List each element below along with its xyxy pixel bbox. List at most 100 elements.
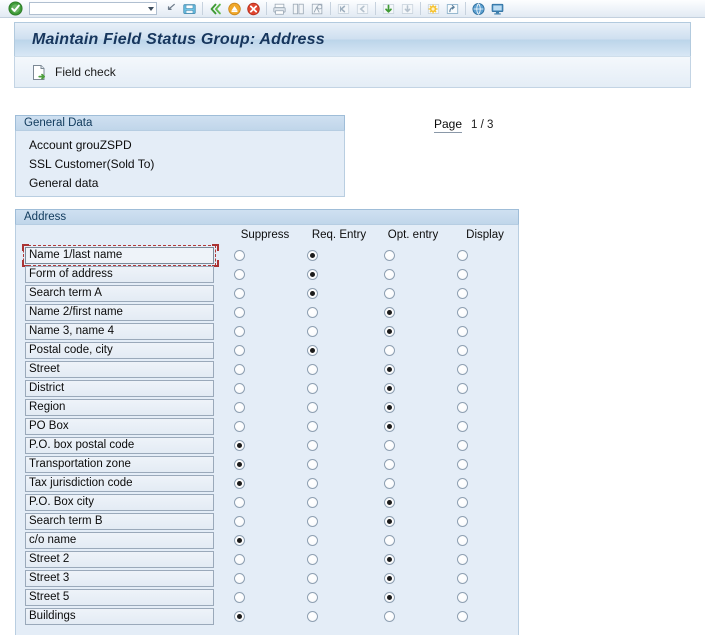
- field-label-input[interactable]: c/o name: [25, 532, 214, 549]
- radio-req-entry[interactable]: [307, 250, 318, 261]
- radio-req-entry[interactable]: [307, 345, 318, 356]
- radio-req-entry[interactable]: [307, 592, 318, 603]
- radio-req-entry[interactable]: [307, 554, 318, 565]
- radio-display[interactable]: [457, 592, 468, 603]
- radio-opt-entry[interactable]: [384, 307, 395, 318]
- radio-display[interactable]: [457, 326, 468, 337]
- find-next-icon[interactable]: [308, 1, 327, 16]
- radio-opt-entry[interactable]: [384, 478, 395, 489]
- field-label-input[interactable]: Name 1/last name: [23, 245, 216, 266]
- customize-local-layout-icon[interactable]: [488, 1, 507, 16]
- radio-opt-entry[interactable]: [384, 250, 395, 261]
- radio-display[interactable]: [457, 497, 468, 508]
- field-label-input[interactable]: Search term B: [25, 513, 214, 530]
- first-page-icon[interactable]: [334, 1, 353, 16]
- previous-page-icon[interactable]: [353, 1, 372, 16]
- radio-opt-entry[interactable]: [384, 554, 395, 565]
- radio-req-entry[interactable]: [307, 478, 318, 489]
- field-label-input[interactable]: P.O. box postal code: [25, 437, 214, 454]
- radio-req-entry[interactable]: [307, 269, 318, 280]
- radio-req-entry[interactable]: [307, 326, 318, 337]
- field-label-input[interactable]: Search term A: [25, 285, 214, 302]
- radio-opt-entry[interactable]: [384, 269, 395, 280]
- radio-suppress[interactable]: [234, 250, 245, 261]
- radio-opt-entry[interactable]: [384, 364, 395, 375]
- radio-suppress[interactable]: [234, 497, 245, 508]
- radio-display[interactable]: [457, 345, 468, 356]
- field-label-input[interactable]: Name 3, name 4: [25, 323, 214, 340]
- save-icon[interactable]: [180, 1, 199, 16]
- last-page-icon[interactable]: [398, 1, 417, 16]
- radio-req-entry[interactable]: [307, 383, 318, 394]
- create-session-icon[interactable]: [424, 1, 443, 16]
- help-icon[interactable]: [469, 1, 488, 16]
- radio-display[interactable]: [457, 478, 468, 489]
- field-label-input[interactable]: Region: [25, 399, 214, 416]
- radio-display[interactable]: [457, 288, 468, 299]
- radio-display[interactable]: [457, 250, 468, 261]
- radio-req-entry[interactable]: [307, 402, 318, 413]
- radio-display[interactable]: [457, 535, 468, 546]
- radio-opt-entry[interactable]: [384, 440, 395, 451]
- radio-req-entry[interactable]: [307, 611, 318, 622]
- radio-req-entry[interactable]: [307, 516, 318, 527]
- radio-opt-entry[interactable]: [384, 459, 395, 470]
- field-label-input[interactable]: Street 3: [25, 570, 214, 587]
- radio-opt-entry[interactable]: [384, 497, 395, 508]
- radio-display[interactable]: [457, 459, 468, 470]
- radio-suppress[interactable]: [234, 459, 245, 470]
- field-label-input[interactable]: Postal code, city: [25, 342, 214, 359]
- exit-icon[interactable]: [225, 1, 244, 16]
- radio-suppress[interactable]: [234, 288, 245, 299]
- radio-suppress[interactable]: [234, 383, 245, 394]
- field-label-input[interactable]: Form of address: [25, 266, 214, 283]
- radio-opt-entry[interactable]: [384, 402, 395, 413]
- field-label-input[interactable]: Street 5: [25, 589, 214, 606]
- field-label-input[interactable]: Name 2/first name: [25, 304, 214, 321]
- radio-display[interactable]: [457, 516, 468, 527]
- radio-req-entry[interactable]: [307, 364, 318, 375]
- radio-suppress[interactable]: [234, 269, 245, 280]
- field-label-input[interactable]: Transportation zone: [25, 456, 214, 473]
- field-label-input[interactable]: P.O. Box city: [25, 494, 214, 511]
- radio-opt-entry[interactable]: [384, 421, 395, 432]
- command-field[interactable]: [29, 2, 157, 15]
- radio-display[interactable]: [457, 421, 468, 432]
- radio-req-entry[interactable]: [307, 440, 318, 451]
- field-label-input[interactable]: Buildings: [25, 608, 214, 625]
- field-label-input[interactable]: PO Box: [25, 418, 214, 435]
- radio-req-entry[interactable]: [307, 307, 318, 318]
- radio-opt-entry[interactable]: [384, 345, 395, 356]
- radio-display[interactable]: [457, 307, 468, 318]
- radio-opt-entry[interactable]: [384, 516, 395, 527]
- next-page-icon[interactable]: [379, 1, 398, 16]
- radio-req-entry[interactable]: [307, 459, 318, 470]
- radio-display[interactable]: [457, 269, 468, 280]
- radio-suppress[interactable]: [234, 516, 245, 527]
- radio-opt-entry[interactable]: [384, 326, 395, 337]
- cancel-icon[interactable]: [244, 1, 263, 16]
- back-icon[interactable]: [206, 1, 225, 16]
- radio-suppress[interactable]: [234, 478, 245, 489]
- radio-req-entry[interactable]: [307, 288, 318, 299]
- radio-opt-entry[interactable]: [384, 535, 395, 546]
- radio-opt-entry[interactable]: [384, 573, 395, 584]
- field-label-input[interactable]: Tax jurisdiction code: [25, 475, 214, 492]
- radio-opt-entry[interactable]: [384, 611, 395, 622]
- field-check-button[interactable]: Field check: [28, 61, 119, 83]
- radio-display[interactable]: [457, 440, 468, 451]
- radio-req-entry[interactable]: [307, 421, 318, 432]
- radio-suppress[interactable]: [234, 402, 245, 413]
- radio-suppress[interactable]: [234, 364, 245, 375]
- field-label-input[interactable]: Street: [25, 361, 214, 378]
- create-shortcut-icon[interactable]: [443, 1, 462, 16]
- radio-req-entry[interactable]: [307, 497, 318, 508]
- radio-req-entry[interactable]: [307, 573, 318, 584]
- radio-opt-entry[interactable]: [384, 383, 395, 394]
- confirm-green-check-icon[interactable]: [6, 1, 25, 16]
- radio-suppress[interactable]: [234, 554, 245, 565]
- radio-display[interactable]: [457, 611, 468, 622]
- field-label-input[interactable]: District: [25, 380, 214, 397]
- radio-suppress[interactable]: [234, 421, 245, 432]
- radio-suppress[interactable]: [234, 592, 245, 603]
